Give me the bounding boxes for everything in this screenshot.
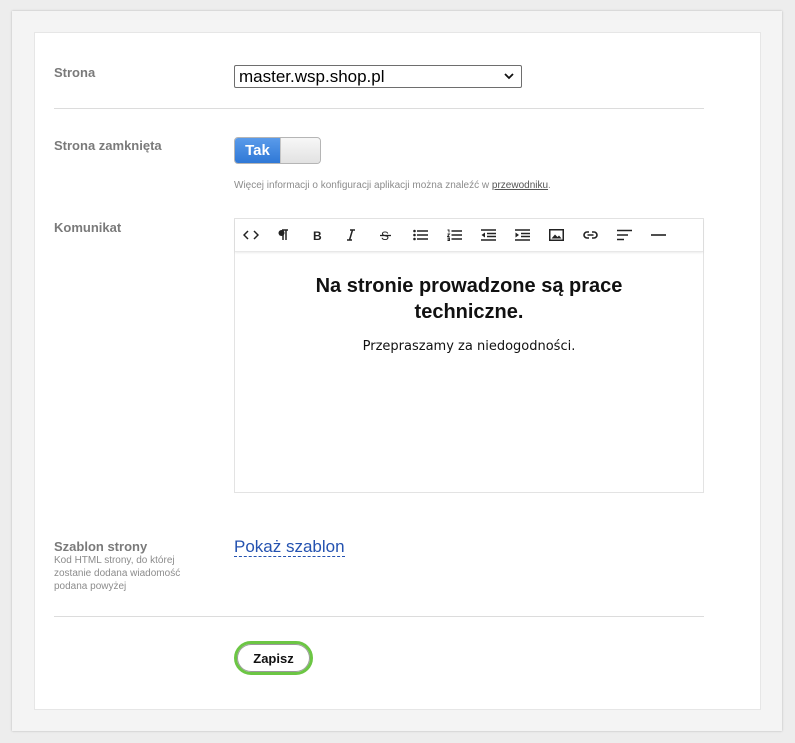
help-text: Więcej informacji o konfiguracji aplikac… <box>234 180 551 191</box>
site-select-value: master.wsp.shop.pl <box>239 67 385 86</box>
align-icon[interactable] <box>617 219 651 252</box>
divider <box>54 616 704 617</box>
guide-link[interactable]: przewodniku <box>492 180 548 191</box>
svg-text:B: B <box>313 229 322 241</box>
template-label: Szablon strony <box>54 539 148 554</box>
code-view-icon[interactable] <box>243 219 277 252</box>
closed-label: Strona zamknięta <box>54 138 162 153</box>
chevron-down-icon <box>504 73 514 80</box>
strikethrough-icon[interactable]: S <box>379 219 413 252</box>
save-button-label: Zapisz <box>253 650 294 666</box>
message-paragraph: Przepraszamy za niedogodności. <box>362 339 576 354</box>
indent-icon[interactable] <box>515 219 549 252</box>
help-prefix: Więcej informacji o konfiguracji aplikac… <box>234 180 492 191</box>
help-suffix: . <box>548 180 551 191</box>
link-icon[interactable] <box>583 219 617 252</box>
unordered-list-icon[interactable] <box>413 219 447 252</box>
site-select[interactable]: master.wsp.shop.pl <box>234 65 522 88</box>
paragraph-icon[interactable] <box>277 219 311 252</box>
show-template-link[interactable]: Pokaż szablon <box>234 538 345 557</box>
bold-icon[interactable]: B <box>311 219 345 252</box>
toggle-knob[interactable] <box>280 138 320 163</box>
divider <box>54 108 704 109</box>
italic-icon[interactable] <box>345 219 379 252</box>
image-icon[interactable] <box>549 219 583 252</box>
message-label: Komunikat <box>54 220 122 235</box>
outdent-icon[interactable] <box>481 219 515 252</box>
toggle-on-label: Tak <box>235 138 280 163</box>
rich-text-editor[interactable]: B S Na stronie p <box>234 218 704 493</box>
editor-toolbar: B S <box>235 219 703 252</box>
horizontal-rule-icon[interactable] <box>651 219 685 252</box>
template-sublabel: Kod HTML strony, do której zostanie doda… <box>54 555 181 592</box>
site-closed-toggle[interactable]: Tak <box>234 137 321 164</box>
site-label: Strona <box>54 65 96 80</box>
editor-content[interactable]: Na stronie prowadzone są prace techniczn… <box>235 253 703 354</box>
save-button[interactable]: Zapisz <box>234 641 313 675</box>
message-heading: Na stronie prowadzone są prace techniczn… <box>315 275 623 323</box>
ordered-list-icon[interactable] <box>447 219 481 252</box>
